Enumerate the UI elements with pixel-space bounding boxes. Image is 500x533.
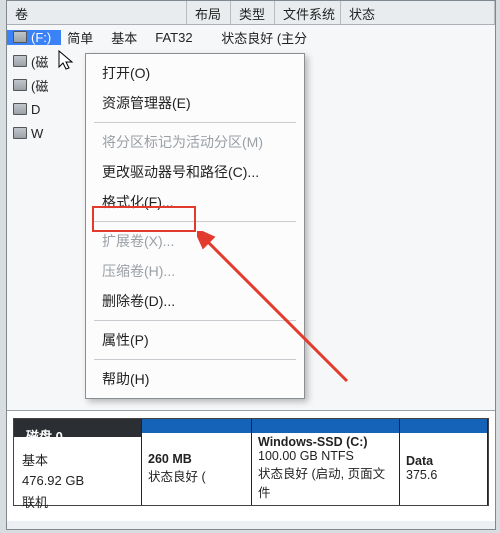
partition-name: Windows-SSD (C:) (258, 435, 393, 449)
disk-header: 磁盘 0 (22, 425, 133, 446)
menu-separator (94, 122, 296, 123)
partition-status: 状态良好 (启动, 页面文件 (258, 463, 393, 501)
status-cell: 状态良好 (主分 (215, 28, 495, 47)
partition[interactable]: Data 375.6 (400, 419, 488, 505)
partition[interactable]: Windows-SSD (C:) 100.00 GB NTFS 状态良好 (启动… (252, 419, 400, 505)
disk-online: 联机 (22, 492, 133, 511)
drive-icon (13, 31, 27, 43)
type-cell: 基本 (105, 28, 149, 47)
menu-properties[interactable]: 属性(P) (88, 325, 302, 355)
partition-name: Data (406, 454, 481, 468)
menu-help[interactable]: 帮助(H) (88, 364, 302, 394)
volume-label: (F:) (31, 30, 51, 45)
volume-list-pane: 卷 布局 类型 文件系统 状态 (F:) 简单 基本 FAT32 状态良好 (主… (7, 1, 495, 411)
partition[interactable]: 260 MB 状态良好 ( (142, 419, 252, 505)
disk-row: 磁盘 0 基本 476.92 GB 联机 260 MB 状态良好 ( Windo… (13, 418, 489, 506)
menu-mark-active: 将分区标记为活动分区(M) (88, 127, 302, 157)
col-header-volume[interactable]: 卷 (7, 1, 187, 24)
menu-change-letter[interactable]: 更改驱动器号和路径(C)... (88, 157, 302, 187)
menu-format[interactable]: 格式化(F)... (88, 187, 302, 217)
drive-icon (13, 55, 27, 67)
menu-separator (94, 320, 296, 321)
menu-shrink: 压缩卷(H)... (88, 256, 302, 286)
drive-icon (13, 127, 27, 139)
partition-size: 375.6 (406, 468, 481, 482)
col-header-status[interactable]: 状态 (341, 1, 495, 24)
drive-icon (13, 79, 27, 91)
col-header-layout[interactable]: 布局 (187, 1, 231, 24)
fs-cell: FAT32 (149, 30, 215, 45)
disk-map-pane: 磁盘 0 基本 476.92 GB 联机 260 MB 状态良好 ( Windo… (7, 411, 495, 521)
context-menu: 打开(O) 资源管理器(E) 将分区标记为活动分区(M) 更改驱动器号和路径(C… (85, 53, 305, 399)
disk-size: 476.92 GB (22, 473, 133, 488)
layout-cell: 简单 (61, 28, 105, 47)
menu-extend: 扩展卷(X)... (88, 226, 302, 256)
menu-open[interactable]: 打开(O) (88, 58, 302, 88)
disk-management-frame: 卷 布局 类型 文件系统 状态 (F:) 简单 基本 FAT32 状态良好 (主… (6, 0, 496, 530)
menu-explorer[interactable]: 资源管理器(E) (88, 88, 302, 118)
volume-row-selected[interactable]: (F:) 简单 基本 FAT32 状态良好 (主分 (7, 25, 495, 49)
drive-icon (13, 103, 27, 115)
menu-delete[interactable]: 删除卷(D)... (88, 286, 302, 316)
volume-list-header: 卷 布局 类型 文件系统 状态 (7, 1, 495, 25)
partition-size: 260 MB (148, 452, 245, 466)
menu-separator (94, 221, 296, 222)
partition-status: 状态良好 ( (148, 466, 245, 485)
menu-separator (94, 359, 296, 360)
disk-label[interactable]: 磁盘 0 基本 476.92 GB 联机 (14, 419, 142, 505)
disk-basic: 基本 (22, 450, 133, 469)
col-header-filesystem[interactable]: 文件系统 (275, 1, 341, 24)
partition-size: 100.00 GB NTFS (258, 449, 393, 463)
col-header-type[interactable]: 类型 (231, 1, 275, 24)
volume-cell: (F:) (7, 30, 61, 45)
